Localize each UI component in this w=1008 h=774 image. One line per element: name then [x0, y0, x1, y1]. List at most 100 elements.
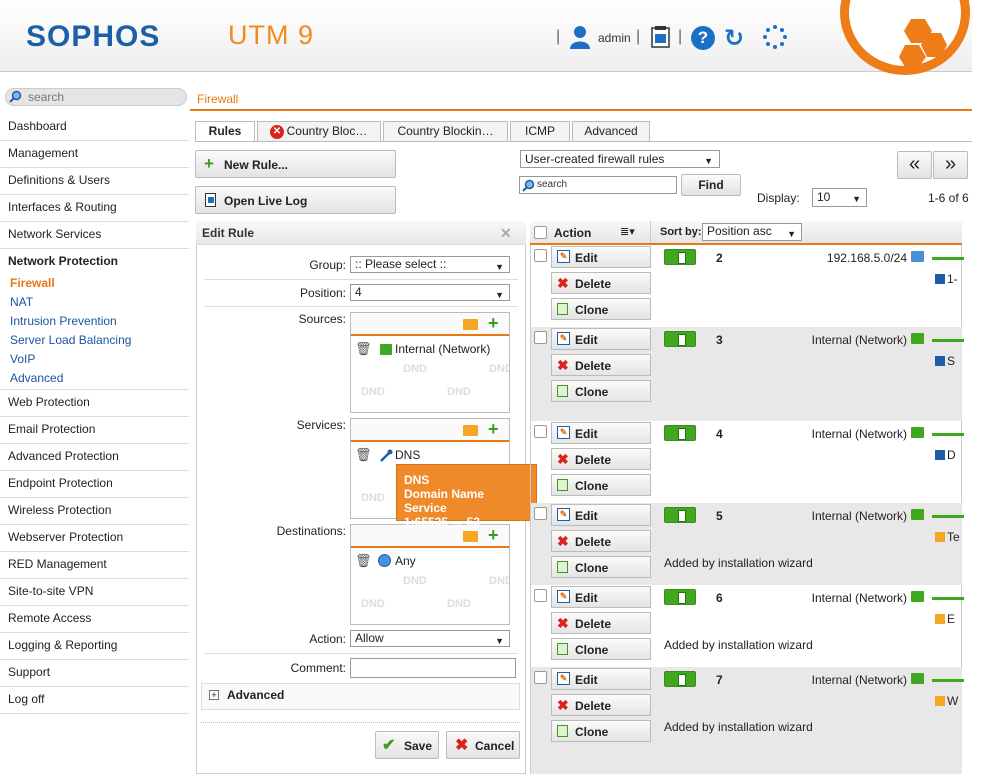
- delete-rule-button[interactable]: ✖ Delete: [551, 354, 651, 376]
- row-checkbox[interactable]: [534, 425, 547, 438]
- delete-rule-button[interactable]: ✖ Delete: [551, 612, 651, 634]
- delete-rule-button[interactable]: ✖ Delete: [551, 530, 651, 552]
- prev-page-button[interactable]: «: [897, 151, 932, 179]
- edit-rule-button[interactable]: ✎ Edit: [551, 328, 651, 350]
- reload-icon[interactable]: ↻: [724, 24, 744, 52]
- nav-email-protection[interactable]: Email Protection: [0, 417, 189, 444]
- delete-rule-button[interactable]: ✖ Delete: [551, 448, 651, 470]
- delete-rule-button[interactable]: ✖ Delete: [551, 272, 651, 294]
- nav-definitions-users[interactable]: Definitions & Users: [0, 168, 189, 195]
- tab-rules[interactable]: Rules: [195, 121, 255, 142]
- rule-service[interactable]: Te: [935, 530, 960, 544]
- nav-management[interactable]: Management: [0, 141, 189, 168]
- rule-search-input[interactable]: search: [519, 176, 677, 194]
- nav-sub-server-load-balancing[interactable]: Server Load Balancing: [10, 331, 131, 350]
- rule-service[interactable]: S: [935, 354, 955, 368]
- edit-rule-button[interactable]: ✎ Edit: [551, 246, 651, 268]
- rule-source[interactable]: Internal (Network): [761, 673, 907, 687]
- expand-icon[interactable]: +: [209, 690, 219, 700]
- tab-advanced[interactable]: Advanced: [572, 121, 650, 141]
- column-menu-icon[interactable]: ≣▾: [620, 225, 635, 238]
- trash-icon[interactable]: 🗑: [355, 447, 372, 463]
- comment-input[interactable]: [350, 658, 516, 678]
- nav-logging-reporting[interactable]: Logging & Reporting: [0, 633, 189, 660]
- edit-rule-button[interactable]: ✎ Edit: [551, 668, 651, 690]
- rule-enable-toggle[interactable]: [664, 425, 696, 441]
- nav-sub-voip[interactable]: VoIP: [10, 350, 35, 369]
- trash-icon[interactable]: 🗑: [355, 553, 372, 569]
- new-rule-button[interactable]: + New Rule...: [195, 150, 396, 178]
- delete-rule-button[interactable]: ✖ Delete: [551, 694, 651, 716]
- advanced-section[interactable]: + Advanced: [201, 683, 520, 710]
- rule-source[interactable]: Internal (Network): [761, 333, 907, 347]
- rule-service[interactable]: E: [935, 612, 955, 626]
- rule-source[interactable]: 192.168.5.0/24: [761, 251, 907, 265]
- nav-endpoint-protection[interactable]: Endpoint Protection: [0, 471, 189, 498]
- edit-rule-button[interactable]: ✎ Edit: [551, 504, 651, 526]
- cancel-button[interactable]: ✖ Cancel: [446, 731, 520, 759]
- nav-log-off[interactable]: Log off: [0, 687, 189, 714]
- find-button[interactable]: Find: [681, 174, 741, 196]
- rule-source[interactable]: Internal (Network): [761, 427, 907, 441]
- nav-advanced-protection[interactable]: Advanced Protection: [0, 444, 189, 471]
- trash-icon[interactable]: 🗑: [355, 341, 372, 357]
- clone-rule-button[interactable]: Clone: [551, 298, 651, 320]
- edit-rule-button[interactable]: ✎ Edit: [551, 586, 651, 608]
- rule-service[interactable]: W: [935, 694, 958, 708]
- tab-country-blocking-exceptions[interactable]: Country Blockin…: [383, 121, 508, 141]
- rule-enable-toggle[interactable]: [664, 249, 696, 265]
- rule-filter-select[interactable]: User-created firewall rules ▼: [520, 150, 720, 168]
- username[interactable]: admin: [598, 31, 631, 45]
- save-button[interactable]: ✔ Save: [375, 731, 439, 759]
- rule-service[interactable]: 1-: [935, 272, 958, 286]
- nav-sub-intrusion-prevention[interactable]: Intrusion Prevention: [10, 312, 117, 331]
- clone-rule-button[interactable]: Clone: [551, 720, 651, 742]
- rule-enable-toggle[interactable]: [664, 671, 696, 687]
- row-checkbox[interactable]: [534, 249, 547, 262]
- folder-icon[interactable]: [463, 319, 478, 330]
- help-icon[interactable]: ?: [691, 26, 715, 50]
- nav-site-to-site-vpn[interactable]: Site-to-site VPN: [0, 579, 189, 606]
- group-select[interactable]: :: Please select :: ▼: [350, 256, 510, 273]
- nav-web-protection[interactable]: Web Protection: [0, 390, 189, 417]
- rule-source[interactable]: Internal (Network): [761, 591, 907, 605]
- user-icon[interactable]: [569, 25, 591, 49]
- row-checkbox[interactable]: [534, 331, 547, 344]
- notes-icon[interactable]: [650, 25, 672, 52]
- clone-rule-button[interactable]: Clone: [551, 380, 651, 402]
- destinations-box[interactable]: + 🗑 Any DND DND DND DND: [350, 524, 510, 625]
- row-checkbox[interactable]: [534, 671, 547, 684]
- select-all-checkbox[interactable]: [534, 226, 547, 239]
- nav-dashboard[interactable]: Dashboard: [0, 114, 189, 141]
- nav-wireless-protection[interactable]: Wireless Protection: [0, 498, 189, 525]
- nav-sub-advanced[interactable]: Advanced: [10, 369, 63, 388]
- folder-icon[interactable]: [463, 531, 478, 542]
- tab-icmp[interactable]: ICMP: [510, 121, 570, 141]
- add-icon[interactable]: +: [488, 313, 499, 334]
- nav-red-management[interactable]: RED Management: [0, 552, 189, 579]
- row-checkbox[interactable]: [534, 507, 547, 520]
- clone-rule-button[interactable]: Clone: [551, 638, 651, 660]
- folder-icon[interactable]: [463, 425, 478, 436]
- rule-source[interactable]: Internal (Network): [761, 509, 907, 523]
- nav-support[interactable]: Support: [0, 660, 189, 687]
- next-page-button[interactable]: »: [933, 151, 968, 179]
- nav-sub-nat[interactable]: NAT: [10, 293, 33, 312]
- row-checkbox[interactable]: [534, 589, 547, 602]
- open-live-log-button[interactable]: Open Live Log: [195, 186, 396, 214]
- action-select[interactable]: Allow ▼: [350, 630, 510, 647]
- rule-enable-toggle[interactable]: [664, 331, 696, 347]
- close-icon[interactable]: ✕: [500, 225, 512, 242]
- nav-remote-access[interactable]: Remote Access: [0, 606, 189, 633]
- sort-select[interactable]: Position asc ▼: [702, 223, 802, 241]
- edit-rule-button[interactable]: ✎ Edit: [551, 422, 651, 444]
- nav-network-services[interactable]: Network Services: [0, 222, 189, 249]
- sidebar-search-input[interactable]: search: [5, 88, 187, 106]
- nav-webserver-protection[interactable]: Webserver Protection: [0, 525, 189, 552]
- position-select[interactable]: 4 ▼: [350, 284, 510, 301]
- tab-country-blocking[interactable]: ✕ Country Bloc…: [257, 121, 381, 141]
- rule-enable-toggle[interactable]: [664, 507, 696, 523]
- nav-network-protection[interactable]: Network Protection: [0, 249, 189, 276]
- rule-service[interactable]: D: [935, 448, 956, 462]
- rule-enable-toggle[interactable]: [664, 589, 696, 605]
